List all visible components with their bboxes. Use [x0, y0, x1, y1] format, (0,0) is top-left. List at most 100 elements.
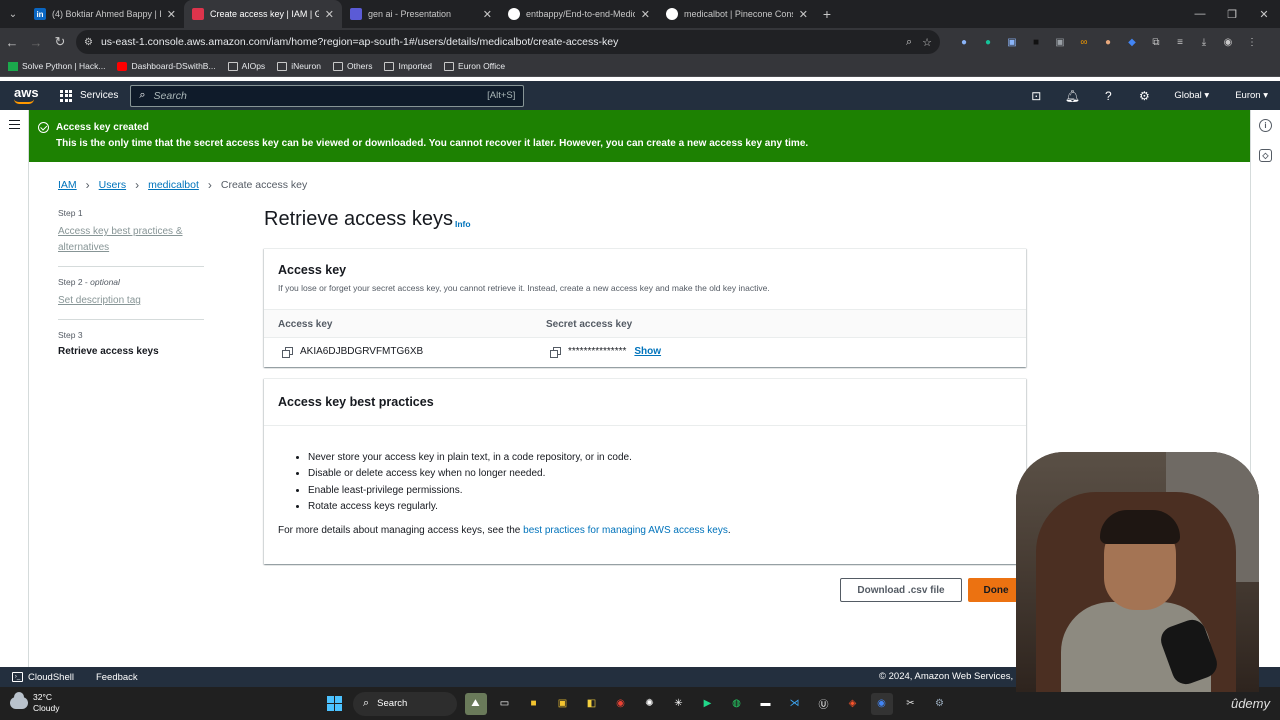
back-icon[interactable]: ← — [0, 30, 24, 54]
github-icon — [508, 8, 520, 20]
reading-list-icon[interactable]: ≡ — [1168, 32, 1192, 52]
table-header: Access key Secret access key — [264, 309, 1026, 338]
container-heading: Access key — [278, 263, 347, 277]
folder-icon — [227, 61, 238, 71]
bookmark-folder[interactable]: iNeuron — [277, 61, 321, 71]
chrome-icon[interactable]: ◉ — [610, 693, 632, 715]
copy-icon[interactable] — [282, 346, 293, 358]
restore-icon[interactable]: ❐ — [1216, 0, 1248, 28]
flash-title: Access key created — [56, 122, 149, 133]
extension-icon[interactable]: ∞ — [1072, 32, 1096, 52]
cloudshell-button[interactable]: ›_ CloudShell — [12, 672, 74, 683]
hamburger-menu-icon[interactable] — [9, 120, 20, 129]
kebab-menu-icon[interactable]: ⋮ — [1240, 32, 1264, 52]
step-link-best-practices[interactable]: Access key best practices & alternatives — [58, 224, 204, 256]
avatar[interactable]: ◉ — [1216, 32, 1240, 52]
account-menu[interactable]: Euron ▾ — [1235, 90, 1268, 101]
close-tab-icon[interactable]: ✕ — [641, 8, 650, 21]
address-bar[interactable]: ⚙ us-east-1.console.aws.amazon.com/iam/h… — [76, 30, 940, 54]
minimize-icon[interactable]: — — [1184, 0, 1216, 28]
tab-search-icon[interactable]: ⌄ — [0, 0, 26, 28]
folder-icon — [444, 61, 455, 71]
bookmark-hackerrank[interactable]: Solve Python | Hack... — [8, 61, 105, 71]
browser-tab-github[interactable]: entbappy/End-to-end-Medical ✕ — [500, 0, 658, 28]
bookmark-star-icon[interactable]: ☆ — [922, 36, 932, 49]
taskbar-search[interactable]: ⌕ Search — [353, 691, 457, 716]
settings-gear-icon[interactable]: ⚙ — [929, 693, 951, 715]
step-link-description-tag[interactable]: Set description tag — [58, 293, 204, 309]
bookmark-folder[interactable]: Imported — [384, 61, 432, 71]
services-menu[interactable]: Services — [60, 89, 118, 102]
extension-icon[interactable]: ● — [952, 32, 976, 52]
breadcrumb-users[interactable]: Users — [99, 179, 126, 191]
widgets-icon[interactable]: ⛰ — [464, 692, 487, 715]
webcam-overlay — [1016, 452, 1259, 692]
forward-icon[interactable]: → — [24, 30, 48, 54]
info-panel-icon[interactable]: i — [1259, 119, 1272, 132]
close-tab-icon[interactable]: ✕ — [325, 8, 334, 21]
wizard-steps: Step 1 Access key best practices & alter… — [58, 208, 204, 377]
site-info-icon[interactable]: ⚙ — [84, 37, 93, 48]
tutorial-icon[interactable]: ◇ — [1259, 149, 1272, 162]
download-csv-button[interactable]: Download .csv file — [840, 578, 962, 602]
more-details-text: For more details about managing access k… — [278, 525, 731, 536]
new-tab-icon[interactable]: + — [816, 0, 838, 28]
perplexity-icon[interactable]: ✳ — [668, 693, 690, 715]
translate-icon[interactable]: ▣ — [1000, 32, 1024, 52]
browser-tab-pinecone[interactable]: medicalbot | Pinecone Console ✕ — [658, 0, 816, 28]
task-view-icon[interactable]: ▭ — [494, 693, 516, 715]
whatsapp-icon[interactable]: ◍ — [726, 693, 748, 715]
puzzle-icon[interactable]: ⧉ — [1144, 32, 1168, 52]
close-tab-icon[interactable]: ✕ — [799, 8, 808, 21]
extension-icon[interactable]: ◆ — [1120, 32, 1144, 52]
aws-search-input[interactable]: ⌕ Search [Alt+S] — [130, 84, 525, 107]
grid-icon — [60, 89, 72, 102]
breadcrumb-iam[interactable]: IAM — [58, 179, 77, 191]
microsoft-store-icon[interactable]: ▣ — [552, 693, 574, 715]
aws-logo[interactable]: aws — [14, 86, 44, 104]
bookmark-folder[interactable]: AIOps — [227, 61, 265, 71]
openai-icon[interactable]: ✺ — [639, 693, 661, 715]
feedback-link[interactable]: Feedback — [96, 672, 138, 683]
pycharm-icon[interactable]: ▶ — [697, 693, 719, 715]
chevron-right-icon: › — [135, 178, 140, 192]
utility-icon[interactable]: Ⓤ — [813, 693, 835, 715]
bookmark-youtube[interactable]: Dashboard-DSwithB... — [117, 61, 216, 71]
hackerrank-icon — [8, 61, 18, 71]
copy-icon[interactable] — [550, 346, 561, 358]
extension-icon[interactable]: ● — [1096, 32, 1120, 52]
chrome-active-icon[interactable]: ◉ — [870, 692, 893, 715]
help-icon[interactable]: ? — [1090, 89, 1126, 103]
browser-tab-gamma[interactable]: gen ai - Presentation ✕ — [342, 0, 500, 28]
zoom-icon[interactable]: ⌕ — [906, 36, 912, 49]
vscode-icon[interactable]: ⋊ — [784, 693, 806, 715]
weather-widget[interactable]: 32°C Cloudy — [10, 692, 59, 714]
region-selector[interactable]: Global ▾ — [1174, 90, 1209, 101]
settings-gear-icon[interactable]: ⚙ — [1126, 89, 1162, 103]
url-text[interactable]: us-east-1.console.aws.amazon.com/iam/hom… — [101, 36, 896, 48]
reload-icon[interactable]: ↻ — [48, 30, 72, 54]
grammarly-icon[interactable]: ● — [976, 32, 1000, 52]
brave-icon[interactable]: ◈ — [842, 693, 864, 715]
breadcrumb-user[interactable]: medicalbot — [148, 179, 199, 191]
file-explorer-icon[interactable]: ■ — [523, 693, 545, 715]
info-link[interactable]: Info — [455, 219, 471, 229]
show-secret-link[interactable]: Show — [634, 346, 661, 357]
close-tab-icon[interactable]: ✕ — [483, 8, 492, 21]
notifications-bell-icon[interactable]: 🔔︎ — [1054, 89, 1090, 103]
close-window-icon[interactable]: ✕ — [1248, 0, 1280, 28]
best-practices-link[interactable]: best practices for managing AWS access k… — [523, 525, 728, 536]
browser-tab-iam[interactable]: Create access key | IAM | Global ✕ — [184, 0, 342, 28]
extension-icon[interactable]: ■ — [1024, 32, 1048, 52]
cloudshell-icon[interactable]: ⊡ — [1018, 89, 1054, 103]
sticky-notes-icon[interactable]: ◧ — [581, 693, 603, 715]
browser-tab-linkedin[interactable]: in (4) Boktiar Ahmed Bappy | Link ✕ — [26, 0, 184, 28]
bookmark-folder[interactable]: Euron Office — [444, 61, 505, 71]
snipping-tool-icon[interactable]: ✂ — [900, 693, 922, 715]
bookmark-folder[interactable]: Others — [332, 61, 372, 71]
windows-start-icon[interactable] — [324, 693, 346, 715]
extension-icon[interactable]: ▣ — [1048, 32, 1072, 52]
terminal-icon[interactable]: ▬ — [755, 693, 777, 715]
download-icon[interactable]: ⤓ — [1192, 32, 1216, 52]
close-tab-icon[interactable]: ✕ — [167, 8, 176, 21]
